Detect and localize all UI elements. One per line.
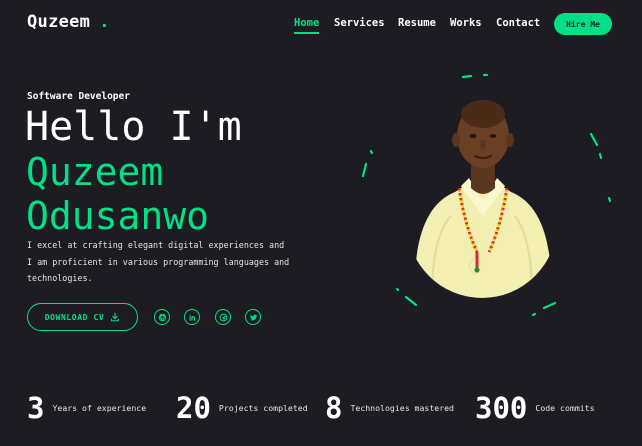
stat-label: Code commits — [535, 403, 595, 413]
stat-experience: 3 Years of experience — [27, 388, 146, 428]
stat-number: 300 — [475, 391, 528, 425]
stat-commits: 300 Code commits — [475, 388, 595, 428]
github-icon — [158, 313, 166, 321]
nav-item-home[interactable]: Home — [294, 17, 320, 34]
hero-last-name: Odusanwo — [26, 194, 210, 238]
nav-item-works[interactable]: Works — [450, 17, 482, 29]
facebook-icon — [219, 313, 227, 321]
page: Quzeem. Home Services Resume Works Conta… — [0, 0, 642, 446]
github-link[interactable] — [154, 309, 170, 325]
profile-photo-area — [351, 70, 616, 325]
stat-technologies: 8 Technologies mastered — [325, 388, 454, 428]
linkedin-link[interactable] — [184, 309, 200, 325]
download-cv-button[interactable]: DOWNLOAD CV — [27, 303, 138, 331]
hire-me-button[interactable]: Hire Me — [554, 13, 612, 35]
twitter-link[interactable] — [245, 309, 261, 325]
hero-greeting: Hello I'm — [25, 104, 242, 150]
logo-text: Quzeem — [27, 12, 91, 32]
hero-first-name: Quzeem — [26, 150, 164, 194]
stat-label: Projects completed — [218, 403, 308, 413]
logo-dot: . — [99, 12, 110, 32]
stat-label: Years of experience — [52, 403, 147, 413]
linkedin-icon — [189, 313, 195, 321]
person-illustration — [407, 92, 557, 298]
twitter-icon — [249, 314, 257, 320]
profile-photo — [407, 92, 557, 298]
description-line: I excel at crafting elegant digital expe… — [27, 240, 285, 250]
nav-item-contact[interactable]: Contact — [496, 17, 540, 29]
stat-projects: 20 Projects completed — [176, 388, 308, 428]
stat-number: 3 — [27, 391, 45, 425]
nav-item-services[interactable]: Services — [334, 17, 385, 29]
stat-label: Technologies mastered — [350, 403, 454, 413]
stat-number: 8 — [325, 391, 343, 425]
hero-subtitle: Software Developer — [27, 91, 130, 102]
hero-description: I excel at crafting elegant digital expe… — [27, 237, 297, 287]
stat-number: 20 — [176, 391, 211, 425]
nav-item-resume[interactable]: Resume — [398, 17, 436, 29]
download-icon — [111, 312, 120, 322]
description-line: I am proficient in various programming l… — [27, 256, 290, 267]
logo[interactable]: Quzeem. — [27, 12, 110, 32]
facebook-link[interactable] — [215, 309, 231, 325]
stats-row: 3 Years of experience 20 Projects comple… — [0, 388, 642, 428]
download-cv-label: DOWNLOAD CV — [44, 312, 105, 322]
description-line: technologies. — [27, 273, 93, 283]
